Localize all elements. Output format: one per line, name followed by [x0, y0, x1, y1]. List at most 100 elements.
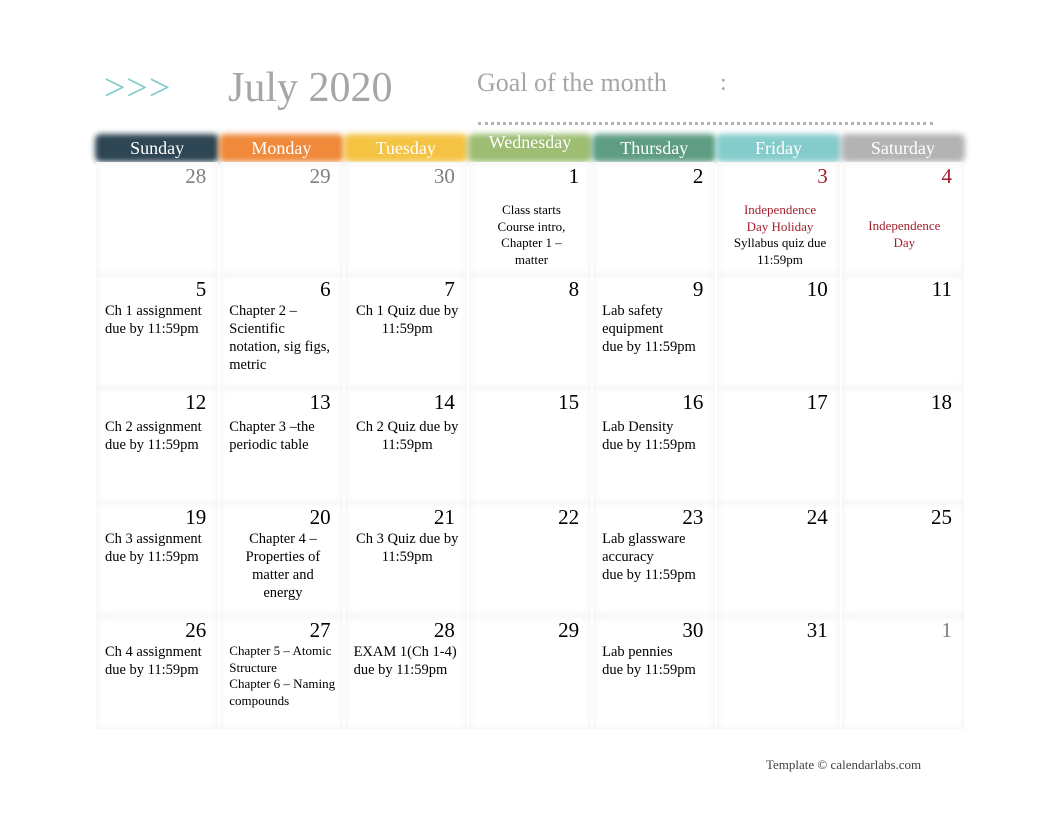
day-event-note: Ch 3 Quiz due by 11:59pm: [354, 530, 461, 566]
calendar-day-cell[interactable]: 4 Independence Day: [841, 162, 964, 275]
calendar-day-cell[interactable]: 8: [468, 275, 592, 388]
calendar-day-cell[interactable]: 21 Ch 3 Quiz due by 11:59pm: [344, 503, 467, 616]
day-event-note: EXAM 1(Ch 1-4) due by 11:59pm: [354, 643, 461, 679]
day-event-note: Class starts Course intro, Chapter 1 – m…: [478, 202, 585, 268]
day-number: 10: [806, 277, 828, 301]
day-number: 17: [806, 390, 828, 414]
calendar-day-cell[interactable]: 16 Lab Density due by 11:59pm: [593, 388, 716, 503]
weekday-header: Sunday Monday Tuesday Wednesday Thursday…: [95, 132, 965, 164]
day-number: 24: [806, 505, 828, 529]
calendar-day-cell[interactable]: 12 Ch 2 assignment due by 11:59pm: [96, 388, 219, 503]
day-number: 29: [558, 618, 580, 642]
event-text: Class starts Course intro, Chapter 1 – m…: [497, 202, 566, 267]
day-number: 28: [185, 164, 207, 188]
day-number: 8: [568, 277, 580, 301]
calendar-week-row: 5 Ch 1 assignment due by 11:59pm 6 Chapter …: [95, 275, 965, 388]
calendar-day-cell[interactable]: 19 Ch 3 assignment due by 11:59pm: [96, 503, 219, 616]
day-number: 21: [433, 505, 455, 529]
calendar-day-cell[interactable]: 17: [717, 388, 840, 503]
day-number: 20: [309, 505, 331, 529]
event-text: Ch 4 assignment due by 11:59pm: [105, 644, 202, 678]
calendar-day-cell[interactable]: 10: [717, 275, 840, 388]
calendar-week-row: 12 Ch 2 assignment due by 11:59pm 13 Chapte…: [95, 388, 965, 503]
day-number: 7: [444, 277, 455, 301]
calendar-day-cell[interactable]: 25: [841, 503, 964, 616]
calendar-week-row: 28 29 30 1 Class starts Course intro, Chapte…: [95, 162, 965, 275]
day-number: 19: [185, 505, 207, 529]
day-number: 12: [185, 390, 207, 414]
weekday-label: Friday: [755, 138, 803, 158]
day-event-note: Ch 3 assignment due by 11:59pm: [105, 530, 212, 566]
calendar-day-cell[interactable]: 18: [841, 388, 964, 503]
event-text: Ch 3 Quiz due by 11:59pm: [356, 531, 459, 565]
event-text: Chapter 2 – Scientific notation, sig fig…: [229, 303, 330, 373]
weekday-label: Monday: [251, 138, 312, 158]
goal-input-line[interactable]: [478, 118, 933, 125]
calendar-day-cell[interactable]: 7 Ch 1 Quiz due by 11:59pm: [344, 275, 467, 388]
calendar-day-cell[interactable]: 27 Chapter 5 – Atomic Structure Chapter 6…: [220, 616, 343, 729]
day-number: 31: [806, 618, 828, 642]
day-number: 15: [558, 390, 580, 414]
event-text: Chapter 4 – Properties of matter and ene…: [245, 531, 321, 601]
decorative-arrows: >>>: [104, 67, 172, 109]
calendar-day-cell[interactable]: 1: [841, 616, 964, 729]
weekday-label: Sunday: [130, 138, 185, 158]
event-text: Lab Density due by 11:59pm: [602, 419, 696, 453]
calendar-day-cell[interactable]: 28: [96, 162, 219, 275]
calendar-grid: 28 29 30 1 Class starts Course intro, Chapte…: [95, 162, 965, 729]
day-event-note: Ch 4 assignment due by 11:59pm: [105, 643, 212, 679]
calendar-day-cell[interactable]: 22: [468, 503, 592, 616]
day-event-note: Chapter 5 – Atomic Structure Chapter 6 –…: [229, 643, 336, 709]
day-number: 4: [941, 164, 952, 188]
calendar-day-cell[interactable]: 29: [468, 616, 592, 729]
calendar-day-cell[interactable]: 11: [841, 275, 964, 388]
calendar-day-cell[interactable]: 14 Ch 2 Quiz due by 11:59pm: [344, 388, 467, 503]
calendar-day-cell[interactable]: 23 Lab glassware accuracy due by 11:59pm: [593, 503, 716, 616]
weekday-label: Tuesday: [375, 138, 436, 158]
calendar-day-cell[interactable]: 30 Lab pennies due by 11:59pm: [593, 616, 716, 729]
day-number: 9: [692, 277, 704, 301]
calendar-week-row: 26 Ch 4 assignment due by 11:59pm 27 Chapte…: [95, 616, 965, 729]
day-number: 3: [817, 164, 828, 188]
holiday-label: Independence Day Holiday: [743, 202, 817, 234]
calendar-day-cell[interactable]: 2: [593, 162, 716, 275]
goal-colon: :: [720, 70, 727, 96]
day-number: 16: [682, 390, 704, 414]
day-event-note: Lab Density due by 11:59pm: [602, 418, 709, 454]
calendar-day-cell[interactable]: 24: [717, 503, 840, 616]
weekday-wednesday: Wednesday: [467, 132, 593, 162]
day-number: 5: [195, 277, 207, 301]
event-text: Syllabus quiz due 11:59pm: [733, 235, 827, 267]
event-text: Ch 2 Quiz due by 11:59pm: [356, 419, 459, 453]
weekday-label: Saturday: [870, 138, 935, 158]
day-event-note: Lab glassware accuracy due by 11:59pm: [602, 530, 709, 584]
day-number: 13: [309, 390, 331, 414]
calendar-day-cell[interactable]: 5 Ch 1 assignment due by 11:59pm: [96, 275, 219, 388]
event-text: Ch 2 assignment due by 11:59pm: [105, 419, 202, 453]
calendar-day-cell[interactable]: 20 Chapter 4 – Properties of matter and e…: [220, 503, 343, 616]
calendar-day-cell[interactable]: 30: [344, 162, 467, 275]
event-text: Lab safety equipment due by 11:59pm: [602, 303, 696, 355]
calendar-day-cell[interactable]: 6 Chapter 2 – Scientific notation, sig fi…: [220, 275, 343, 388]
day-number: 25: [930, 505, 952, 529]
calendar-day-cell[interactable]: 13 Chapter 3 –the periodic table: [220, 388, 343, 503]
calendar-day-cell[interactable]: 3 Independence Day Holiday Syllabus quiz …: [717, 162, 840, 275]
weekday-friday: Friday: [716, 134, 841, 162]
day-number: 23: [682, 505, 704, 529]
day-event-note: Chapter 2 – Scientific notation, sig fig…: [229, 302, 336, 374]
day-event-note: Ch 2 assignment due by 11:59pm: [105, 418, 212, 454]
calendar-day-cell[interactable]: 15: [468, 388, 592, 503]
calendar-day-cell[interactable]: 26 Ch 4 assignment due by 11:59pm: [96, 616, 219, 729]
calendar-day-cell[interactable]: 1 Class starts Course intro, Chapter 1 – …: [468, 162, 592, 275]
calendar-day-cell[interactable]: 28 EXAM 1(Ch 1-4) due by 11:59pm: [344, 616, 467, 729]
day-event-note: Lab pennies due by 11:59pm: [602, 643, 709, 679]
event-text: EXAM 1(Ch 1-4) due by 11:59pm: [353, 644, 457, 678]
calendar-day-cell[interactable]: 29: [220, 162, 343, 275]
day-event-note: Chapter 4 – Properties of matter and ene…: [229, 530, 336, 602]
calendar-day-cell[interactable]: 31: [717, 616, 840, 729]
calendar-day-cell[interactable]: 9 Lab safety equipment due by 11:59pm: [593, 275, 716, 388]
day-number: 30: [682, 618, 704, 642]
day-number: 26: [185, 618, 207, 642]
day-event-note: Independence Day Holiday Syllabus quiz d…: [726, 202, 833, 268]
day-number: 2: [692, 164, 704, 188]
